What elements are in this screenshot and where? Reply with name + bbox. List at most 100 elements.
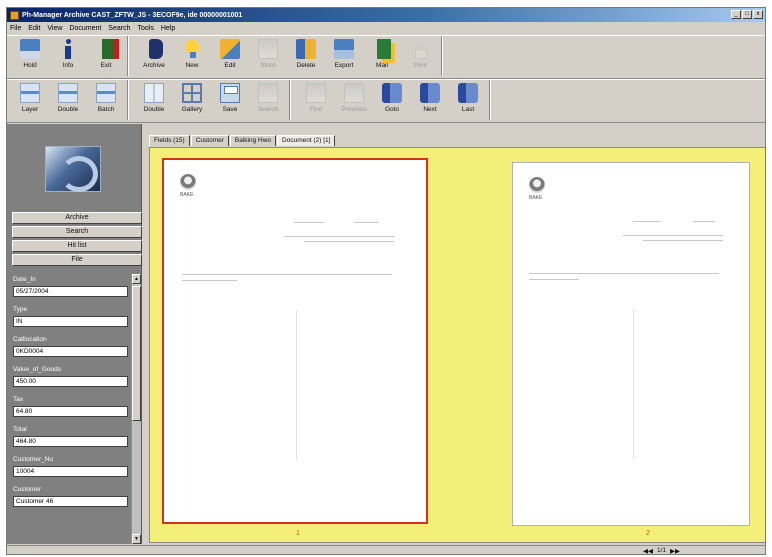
title-bar: Ph-Manager Archive CAST_ZFTW_JS - 3ECOF9… (7, 8, 765, 22)
field-label: Tax (13, 396, 24, 403)
nav-file-button[interactable]: File (12, 254, 142, 266)
tax-field[interactable]: 64.80 (13, 406, 128, 417)
maximize-button[interactable]: □ (742, 10, 752, 19)
store-button[interactable]: Store (249, 36, 287, 76)
nav-search-button[interactable]: Search (12, 226, 142, 238)
exit-icon (102, 39, 114, 59)
previous-button[interactable]: Previous (335, 80, 373, 120)
value-of-goods-field[interactable]: 450.00 (13, 376, 128, 387)
window-controls: _ □ x (731, 10, 763, 19)
search-icon (258, 83, 278, 103)
export-button[interactable]: Export (325, 36, 363, 76)
tab-document[interactable]: Document (2) [1] (277, 135, 336, 146)
field-label: Customer_No (13, 456, 54, 463)
archive-button[interactable]: Archive (135, 36, 173, 76)
search-button[interactable]: Search (249, 80, 287, 120)
delete-icon (296, 39, 316, 59)
view-toolbar: Layer Double Batch Double Gallery Save S… (7, 79, 765, 123)
menu-document[interactable]: Document (69, 25, 101, 32)
last-page-icon[interactable]: ▶▶ (670, 547, 680, 554)
scroll-thumb[interactable] (132, 286, 141, 421)
toolbar-separator (289, 80, 295, 120)
double-page-button[interactable]: Double (135, 80, 173, 120)
export-icon (334, 39, 354, 59)
close-button[interactable]: x (753, 10, 763, 19)
index-fields: Date_In 05/27/2004 Type IN Calllocation … (11, 274, 131, 544)
save-icon (220, 83, 240, 103)
customer-field[interactable]: Customer 46 (13, 496, 128, 507)
company-logo-icon (180, 174, 196, 190)
menu-view[interactable]: View (47, 25, 62, 32)
hold-button[interactable]: Hold (11, 36, 49, 76)
delete-button[interactable]: Delete (287, 36, 325, 76)
menu-help[interactable]: Help (161, 25, 175, 32)
menu-search[interactable]: Search (108, 25, 130, 32)
menu-edit[interactable]: Edit (28, 25, 40, 32)
nav-hitlist-button[interactable]: Hit list (12, 240, 142, 252)
edit-button[interactable]: Edit (211, 36, 249, 76)
menu-file[interactable]: File (10, 25, 21, 32)
gallery-icon (182, 83, 202, 103)
date-in-field[interactable]: 05/27/2004 (13, 286, 128, 297)
page-number: 1 (296, 530, 300, 537)
batch-icon (96, 83, 116, 103)
batch-button[interactable]: Batch (87, 80, 125, 120)
page-thumbnail-2[interactable]: BAKE (512, 162, 750, 526)
save-button[interactable]: Save (211, 80, 249, 120)
total-field[interactable]: 464.80 (13, 436, 128, 447)
next-button[interactable]: Next (411, 80, 449, 120)
page-navigation: ◀◀ 1/1 ▶▶ (643, 547, 680, 554)
toolbar-separator (489, 80, 495, 120)
menu-tools[interactable]: Tools (137, 25, 153, 32)
last-icon (458, 83, 478, 103)
page-indicator: 1/1 (656, 547, 666, 554)
archive-logo (45, 146, 101, 192)
field-label: Value_of_Goods (13, 366, 61, 373)
page-thumbnail-1[interactable]: BAKE (162, 158, 428, 524)
company-logo-icon (529, 177, 545, 193)
first-page-icon[interactable]: ◀◀ (643, 547, 653, 554)
print-button[interactable]: Print (401, 36, 439, 76)
logo-text: BAKE (180, 192, 194, 198)
window-title: Ph-Manager Archive CAST_ZFTW_JS - 3ECOF9… (22, 11, 243, 19)
document-viewer: BAKE 1 BAKE 2 (149, 147, 765, 543)
double-button[interactable]: Double (49, 80, 87, 120)
last-button[interactable]: Last (449, 80, 487, 120)
double-page-icon (144, 83, 164, 103)
layer-icon (20, 83, 40, 103)
fields-scrollbar[interactable]: ▲ ▼ (131, 274, 141, 544)
new-button[interactable]: New (173, 36, 211, 76)
toolbar-separator (127, 80, 133, 120)
calllocation-field[interactable]: 0KD0004 (13, 346, 128, 357)
mail-icon (376, 39, 391, 59)
tab-customer[interactable]: Customer (190, 135, 229, 146)
document-tabs: Fields (15) Customer Balking Hwo Documen… (149, 135, 336, 147)
field-label: Type (13, 306, 28, 313)
minimize-button[interactable]: _ (731, 10, 741, 19)
scroll-up-icon[interactable]: ▲ (132, 274, 141, 284)
toolbar-separator (441, 36, 447, 76)
exit-button[interactable]: Exit (87, 36, 125, 76)
logo-text: BAKE (529, 195, 543, 201)
gallery-button[interactable]: Gallery (173, 80, 211, 120)
layer-button[interactable]: Layer (11, 80, 49, 120)
app-icon (10, 10, 19, 20)
scroll-down-icon[interactable]: ▼ (132, 534, 141, 544)
tab-balking[interactable]: Balking Hwo (229, 135, 277, 146)
info-button[interactable]: Info (49, 36, 87, 76)
goto-button[interactable]: Goto (373, 80, 411, 120)
tab-fields[interactable]: Fields (15) (149, 135, 190, 146)
status-bar: ◀◀ 1/1 ▶▶ (7, 545, 765, 554)
hold-icon (20, 39, 40, 59)
field-label: Customer (13, 486, 42, 493)
toolbar-separator (127, 36, 133, 76)
nav-archive-button[interactable]: Archive (12, 212, 142, 224)
archive-icon (148, 39, 163, 59)
mail-button[interactable]: Mail (363, 36, 401, 76)
goto-icon (382, 83, 402, 103)
main-toolbar: Hold Info Exit Archive New Edit Store De… (7, 35, 765, 79)
customer-no-field[interactable]: 10004 (13, 466, 128, 477)
type-field[interactable]: IN (13, 316, 128, 327)
first-button[interactable]: First (297, 80, 335, 120)
double-icon (58, 83, 78, 103)
